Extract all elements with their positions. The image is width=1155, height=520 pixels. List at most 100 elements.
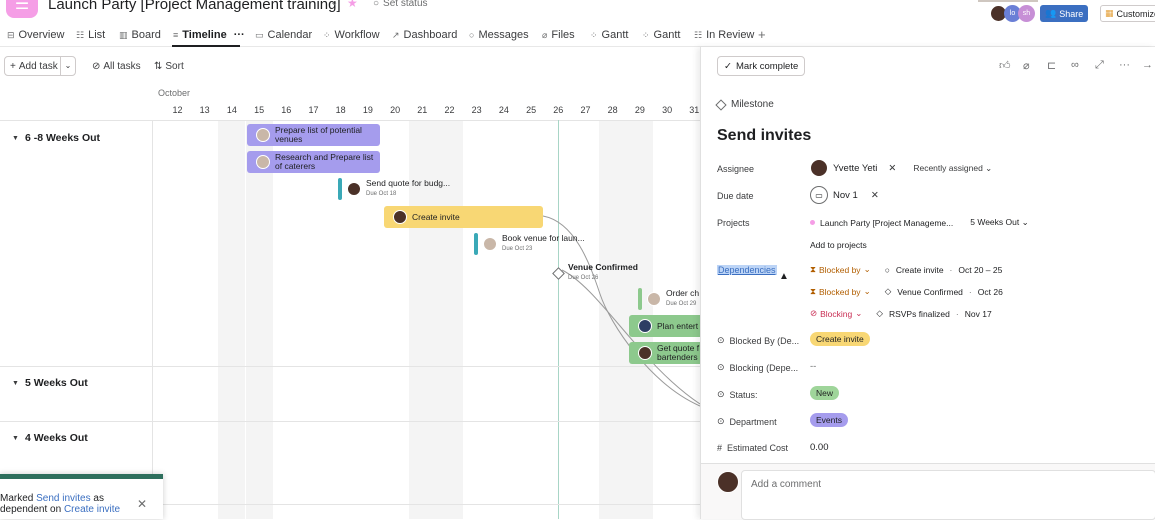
project-title[interactable]: Launch Party [Project Management trainin… [48,0,341,13]
more-icon[interactable]: ··· [234,29,245,41]
due-date-field[interactable]: ▭ Nov 1 ✕ [810,186,879,204]
task-bar[interactable]: Create invite [384,206,543,228]
milestone[interactable]: Venue Confirmed Due Oct 26 [552,263,638,283]
top-right-controls: lo sh 👥 Share ▦ Customize [978,0,1155,24]
field-icon: ⊙ [717,335,725,345]
tab-board[interactable]: ▥ Board [119,29,161,41]
assignee-field[interactable]: Yvette Yeti ✕ Recently assigned ⌄ [810,159,992,177]
cost-field-label: # Estimated Cost [717,443,789,453]
close-panel-icon[interactable]: → [1142,59,1153,71]
plus-icon: + [10,60,16,72]
toast-link[interactable]: Create invite [64,504,120,515]
clear-date-icon[interactable]: ✕ [871,190,879,201]
recently-assigned-dropdown[interactable]: Recently assigned ⌄ [913,163,992,174]
field-icon: ⊙ [717,389,725,399]
blocking-value[interactable]: -- [810,361,816,372]
people-icon: 👥 [1045,8,1057,18]
due-date-label: Due date [717,191,754,201]
avatar [483,237,497,251]
comment-input[interactable]: Add a comment [741,470,1155,520]
task-stub [338,178,342,200]
attachment-icon[interactable]: ⌀ [1023,59,1030,72]
task-bar[interactable]: Get quote f bartenders [629,342,700,364]
blocked-by-dropdown[interactable]: ⧗ Blocked by ⌄ [810,264,871,275]
task-detail-panel: ✓ Mark complete 👍︎ ⌀ ⊏ ∞ ⤢ ··· → Milesto… [700,47,1155,520]
remove-assignee-icon[interactable]: ✕ [888,163,896,174]
like-icon[interactable]: 👍︎ [999,59,1011,72]
blocked-by-field-label: ⊙ Blocked By (De... [717,335,800,346]
close-icon[interactable]: ✕ [137,497,147,511]
project-section-dropdown[interactable]: 5 Weeks Out ⌄ [970,217,1028,228]
cost-value[interactable]: 0.00 [810,442,829,453]
blocking-icon: ⊘ [810,308,818,318]
add-tab-button[interactable]: + [758,27,766,42]
more-icon[interactable]: ··· [1119,59,1130,71]
project-field[interactable]: Launch Party [Project Manageme... 5 Week… [810,217,1029,228]
share-button[interactable]: 👥 Share [1040,5,1089,22]
toast-message: Marked Send invites as dependent on Crea… [0,493,121,515]
task-bar[interactable]: Prepare list of potential venues [247,124,380,146]
all-tasks-filter[interactable]: ⊘ All tasks [92,56,141,76]
avatar [638,346,652,360]
tab-list[interactable]: ☷ List [76,29,105,41]
project-icon[interactable]: ☰ [6,0,38,18]
toast-notification: Marked Send invites as dependent on Crea… [0,474,163,519]
blocking-dropdown[interactable]: ⊘ Blocking ⌄ [810,308,862,319]
tab-files[interactable]: ⌀ Files [542,29,575,41]
avatar [347,182,361,196]
check-icon: ✓ [724,60,732,72]
chevron-down-icon[interactable]: ⌄ [330,0,338,8]
task-bar[interactable]: Order ch Due Oct 29 [638,288,699,310]
workflow-icon: ⁘ [323,29,331,40]
tab-gantt-2[interactable]: ⁘ Gantt [642,29,680,41]
department-chip[interactable]: Events [810,413,848,427]
set-status-button[interactable]: ○ Set status [373,0,428,9]
projects-label: Projects [717,218,750,228]
task-title[interactable]: Send invites [717,127,811,145]
tab-messages[interactable]: ○ Messages [469,29,529,41]
dependency-row[interactable]: ⧗ Blocked by ⌄ ◇ Venue Confirmed · Oct 26 [810,286,1003,297]
link-icon[interactable]: ∞ [1071,59,1079,71]
avatar[interactable]: sh [1018,5,1035,22]
hourglass-icon: ⧗ [810,286,816,296]
blocked-by-dropdown[interactable]: ⧗ Blocked by ⌄ [810,286,871,297]
video-thumbnail [978,0,1038,2]
active-tab-indicator [172,45,240,47]
avatar [393,210,407,224]
dependency-row[interactable]: ⊘ Blocking ⌄ ◇ RSVPs finalized · Nov 17 [810,308,992,319]
task-bar[interactable]: Book venue for laun... Due Oct 23 [474,233,585,255]
avatar [717,471,739,493]
board-icon: ▥ [119,29,128,40]
chevron-down-icon[interactable]: ⌄ [60,57,75,75]
customize-button[interactable]: ▦ Customize [1100,5,1155,22]
gantt-icon: ⁘ [590,29,598,40]
dependency-row[interactable]: ⧗ Blocked by ⌄ ○ Create invite · Oct 20 –… [810,264,1002,275]
task-label: Book venue for laun... Due Oct 23 [502,233,585,253]
status-chip[interactable]: New [810,386,840,400]
tab-dashboard[interactable]: ↗ Dashboard [392,29,457,41]
message-icon: ○ [469,30,475,40]
list-icon: ☷ [76,29,85,40]
add-task-button[interactable]: + Add task ⌄ [4,56,76,76]
timeline-grid: October 12 13 14 15 16 17 18 19 20 21 22 23 24 25 26 27… [0,84,700,519]
blocked-by-chip[interactable]: Create invite [810,332,870,346]
toast-link[interactable]: Send invites [36,493,90,504]
tab-workflow[interactable]: ⁘ Workflow [323,29,380,41]
subtask-icon[interactable]: ⊏ [1047,59,1056,72]
tab-gantt[interactable]: ⁘ Gantt [590,29,628,41]
sort-button[interactable]: ⇅ Sort [154,56,184,76]
tab-timeline[interactable]: ≡ Timeline ··· [173,29,245,41]
expand-icon[interactable]: ⤢ [1095,59,1104,72]
calendar-icon: ▭ [810,186,828,204]
tab-calendar[interactable]: ▭ Calendar [255,29,312,41]
add-to-projects-link[interactable]: Add to projects [810,240,867,250]
tab-in-review[interactable]: ☷ In Review [694,29,754,41]
status-circle-icon: ○ [373,0,380,9]
task-bar[interactable]: Plan entert [629,315,700,337]
overview-icon: ⊟ [7,29,15,40]
task-bar[interactable]: Research and Prepare list of caterers [247,151,380,173]
star-icon[interactable]: ★ [347,0,358,10]
tab-overview[interactable]: ⊟ Overview [7,29,64,41]
mark-complete-button[interactable]: ✓ Mark complete [717,56,806,76]
task-bar[interactable]: Send quote for budg... Due Oct 18 [338,178,450,200]
